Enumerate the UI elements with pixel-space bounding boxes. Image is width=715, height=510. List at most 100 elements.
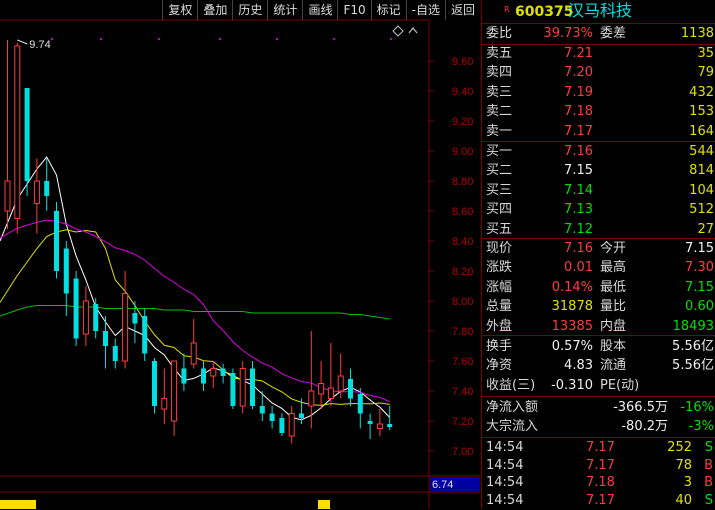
tick-price: 7.18 [586,475,615,490]
ask-price: 7.17 [564,123,593,139]
ask-row[interactable]: 卖三 7.19 432 [482,84,715,102]
tick-time: 14:54 [486,457,524,473]
bid-row[interactable]: 买四 7.13 512 [482,201,715,219]
fundamental-value: -0.310 [551,377,593,393]
tick-row: 14:54 7.18 3 B [482,474,715,492]
bid-row[interactable]: 买二 7.15 814 [482,162,715,180]
chart-toolbar: 复权 叠加 历史 统计 画线 F10 标记 -自选 返回 [0,0,480,20]
quote-value2: 18493 [672,318,714,334]
tick-time: 14:54 [486,492,524,508]
price-axis: 9.60 9.40 9.20 9.00 8.80 8.60 8.40 8.20 8.00 7.80… [429,56,473,458]
candle-body [279,418,285,433]
candle-body [132,313,138,324]
bid-label: 买二 [486,163,513,179]
fundamental-row: 换手 0.57% 股本 5.56亿 [482,338,715,356]
tick-volume: 252 [667,440,692,455]
ask-row[interactable]: 卖四 7.20 79 [482,64,715,82]
fundamental-row: 收益(三) -0.310 PE(动) [482,377,715,395]
tick-volume: 78 [675,457,692,473]
ask-row[interactable]: 卖一 7.17 164 [482,123,715,141]
quote-value: 0.14% [551,279,593,295]
quote-label: 现价 [486,241,513,256]
candle-body [93,304,99,331]
candle-body [54,211,59,271]
ma60-line [0,305,390,320]
ask-label: 卖一 [486,123,513,139]
bid-label: 买五 [486,221,513,237]
fundamental-label: 收益(三) [486,377,536,393]
fundamental-label2: PE(动) [600,377,640,393]
ask-row[interactable]: 卖二 7.18 153 [482,103,715,121]
toolbar-button-3[interactable]: 统计 [267,0,302,20]
quote-panel: R 600375 汉马科技 委比 39.73% 委差 1138 卖五 7.21 35… [481,0,715,509]
kline-chart-area[interactable]: 9.60 9.40 9.20 9.00 8.80 8.60 8.40 8.20 8.00 7.80… [0,0,480,509]
marker-dot [219,38,221,40]
price-tick-label: 8.00 [452,296,473,308]
weicha-label: 委差 [600,26,627,41]
price-tick-label: 7.00 [452,446,473,458]
quote-label2: 最低 [600,279,627,295]
quote-label2: 量比 [600,299,627,315]
bid-row[interactable]: 买三 7.14 104 [482,182,715,200]
fundamental-label: 净资 [486,358,513,374]
toolbar-button-8[interactable]: 返回 [444,0,480,20]
tick-volume: 40 [675,492,692,508]
candle-body [239,368,246,407]
flow-value: -366.5万 [613,400,668,415]
stock-name[interactable]: 汉马科技 [568,2,632,20]
candle-body [122,293,129,362]
tick-time: 14:54 [486,440,524,455]
price-tick-label: 7.80 [452,326,473,338]
webi-label: 委比 [486,26,513,41]
bid-label: 买三 [486,182,513,198]
bid-row[interactable]: 买五 7.12 27 [482,221,715,239]
ask-label: 卖五 [486,46,513,61]
ask-volume: 35 [697,46,714,61]
kline-chart[interactable]: 9.60 9.40 9.20 9.00 8.80 8.60 8.40 8.20 8.00 7.80… [0,0,480,509]
bid-volume: 544 [689,144,714,159]
toolbar-button-2[interactable]: 历史 [232,0,267,20]
candle-body [181,368,187,384]
toolbar-button-0[interactable]: 复权 [162,0,197,20]
quote-label: 总量 [486,299,513,315]
toolbar-button-4[interactable]: 画线 [302,0,337,20]
candle-body [259,406,265,414]
tick-row: 14:54 7.17 78 B [482,457,715,475]
tick-price: 7.17 [586,440,615,455]
chart-markers: 9.74 6.74 [17,39,480,491]
toolbar-button-1[interactable]: 叠加 [197,0,232,20]
tick-volume: 3 [683,475,692,490]
price-tick-label: 7.20 [452,416,473,428]
quote-value: 31878 [551,299,593,315]
candle-body [308,390,315,407]
fundamental-label2: 股本 [600,339,627,354]
flow-row: 大宗流入 -80.2万 -3% [482,418,715,436]
tick-side: S [704,440,713,455]
bid-price: 7.15 [564,163,593,179]
ask-row[interactable]: 卖五 7.21 35 [482,45,715,63]
candle-body [190,342,197,365]
fundamental-value2: 5.56亿 [672,358,714,374]
ask-price: 7.20 [564,65,593,81]
quote-row: 外盘 13385 内盘 18493 [482,318,715,336]
toolbar-button-5[interactable]: F10 [337,0,370,20]
bid-row[interactable]: 买一 7.16 544 [482,143,715,161]
marker-dot [51,38,53,40]
quote-value: 0.01 [564,260,593,276]
ask-volume: 153 [689,104,714,120]
candle-body [376,423,383,429]
tick-row: 14:54 7.17 252 S [482,439,715,457]
price-tick-label: 8.20 [452,266,473,278]
toolbar-button-6[interactable]: 标记 [370,0,406,20]
toolbar-button-7[interactable]: -自选 [405,0,445,20]
candle-body [220,368,226,376]
bid-volume: 814 [689,163,714,179]
bid-volume: 27 [697,221,714,237]
candlesticks [4,40,393,444]
marker-dot [333,38,335,40]
bid-volume: 104 [689,182,714,198]
candle-body [337,375,344,392]
candle-body [201,368,206,384]
ask-volume: 79 [697,65,714,81]
quote-label: 涨跌 [486,260,513,276]
